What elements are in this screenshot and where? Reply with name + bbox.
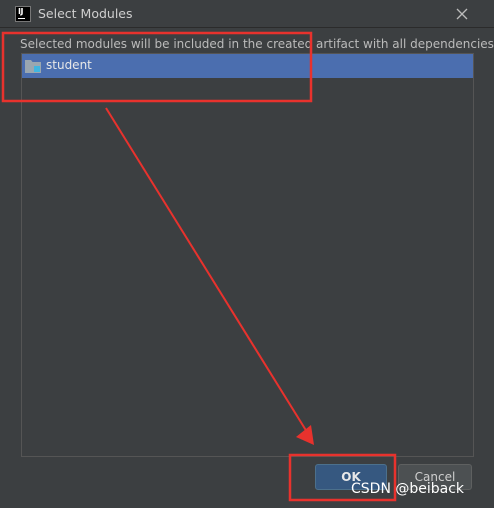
app-icon-text: IJ <box>18 7 23 16</box>
close-icon[interactable] <box>452 4 472 24</box>
list-item-student[interactable]: student <box>22 54 473 78</box>
module-list[interactable]: student <box>21 53 474 457</box>
dialog-title: Select Modules <box>38 6 133 21</box>
module-folder-icon <box>25 60 41 73</box>
dialog-description: Selected modules will be included in the… <box>20 37 494 51</box>
watermark: CSDN @beiback <box>351 481 465 497</box>
module-name: student <box>46 58 92 72</box>
title-bar: IJ Select Modules <box>0 0 494 28</box>
intellij-app-icon: IJ <box>15 6 31 22</box>
